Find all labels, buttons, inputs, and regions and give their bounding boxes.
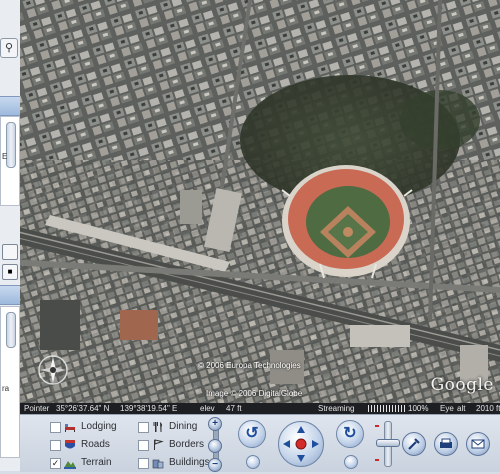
zoom-in-button[interactable]: + (208, 417, 222, 431)
streaming-percent: 100% (408, 404, 429, 413)
eye-alt-label-2: alt (457, 404, 466, 413)
streaming-label: Streaming (318, 404, 355, 413)
lodging-checkbox[interactable] (50, 422, 61, 433)
map-credit-europa: © 2006 Europa Technologies (198, 361, 301, 370)
zoom-out-button[interactable]: − (208, 458, 222, 472)
places-panel-header[interactable] (0, 96, 20, 116)
left-sidebar: ⚲ E ■ ra (0, 0, 21, 471)
dining-checkbox[interactable] (138, 422, 149, 433)
magnifier-icon: ⚲ (4, 42, 14, 54)
sidebar-small-button[interactable] (2, 244, 18, 260)
layer-label: Roads (81, 439, 110, 450)
eye-alt-label: Eye (440, 404, 454, 413)
compass-icon[interactable] (36, 353, 70, 387)
move-button[interactable] (344, 455, 358, 469)
layer-label: Borders (169, 439, 205, 450)
printer-icon (440, 438, 452, 448)
tools-button[interactable] (402, 432, 426, 456)
map-viewport[interactable]: © 2006 Europa Technologies Image © 2006 … (20, 0, 500, 403)
rotate-ccw-icon: ↺ (245, 425, 259, 442)
layer-label: Dining (169, 421, 198, 432)
elevation-value: 47 ft (226, 404, 242, 413)
sidebar-stop-button[interactable]: ■ (2, 264, 18, 280)
flag-icon (152, 439, 164, 451)
pointer-latitude: 35°26'37.64" N (56, 404, 110, 413)
road-shield-icon (64, 439, 76, 451)
control-panel: Lodging Roads ✓ Terrain Dining Borders B… (20, 414, 500, 472)
borders-checkbox[interactable] (138, 440, 149, 451)
status-bar: Pointer 35°26'37.64" N 139°38'19.54" E e… (20, 403, 500, 414)
streaming-meter (368, 405, 406, 412)
building-icon (152, 457, 164, 469)
email-button[interactable] (466, 432, 490, 456)
buildings-checkbox[interactable] (138, 458, 149, 469)
print-button[interactable] (434, 432, 458, 456)
layers-panel-header[interactable] (0, 285, 20, 305)
tilt-handle[interactable] (376, 439, 400, 447)
sidebar-partial-text: E (2, 152, 8, 161)
pointer-label: Pointer (24, 404, 50, 413)
layer-label: Terrain (81, 457, 112, 468)
roads-checkbox[interactable] (50, 440, 61, 451)
navigation-joystick[interactable] (278, 421, 324, 467)
layer-label: Lodging (81, 421, 117, 432)
eye-alt-value: 2010 ft (476, 404, 500, 413)
elevation-label: elev (200, 404, 215, 413)
fork-knife-icon (152, 421, 164, 433)
wrench-icon (408, 438, 420, 450)
map-credit-digitalglobe: Image © 2006 DigitalGlobe (206, 389, 303, 398)
google-logo: Google (430, 375, 494, 395)
envelope-icon (471, 439, 485, 449)
rotate-left-button[interactable]: ↺ (238, 420, 266, 448)
rotate-cw-icon: ↻ (343, 425, 357, 442)
move-arrows-icon (283, 426, 319, 462)
layers-scrollbar[interactable] (6, 312, 16, 348)
look-button[interactable] (246, 455, 260, 469)
pointer-longitude: 139°38'19.54" E (120, 404, 178, 413)
sidebar-partial-text-2: ra (2, 384, 10, 393)
tilt-marker-top (375, 425, 379, 427)
layer-label: Buildings (169, 457, 210, 468)
zoom-handle[interactable] (208, 439, 222, 453)
bed-icon (64, 421, 76, 433)
terrain-checkbox[interactable]: ✓ (50, 458, 61, 469)
search-button[interactable]: ⚲ (0, 38, 18, 58)
satellite-imagery (20, 0, 500, 403)
tilt-marker-bottom (375, 459, 379, 461)
rotate-right-button[interactable]: ↻ (336, 420, 364, 448)
places-scrollbar[interactable] (6, 122, 16, 168)
terrain-icon (64, 457, 76, 469)
